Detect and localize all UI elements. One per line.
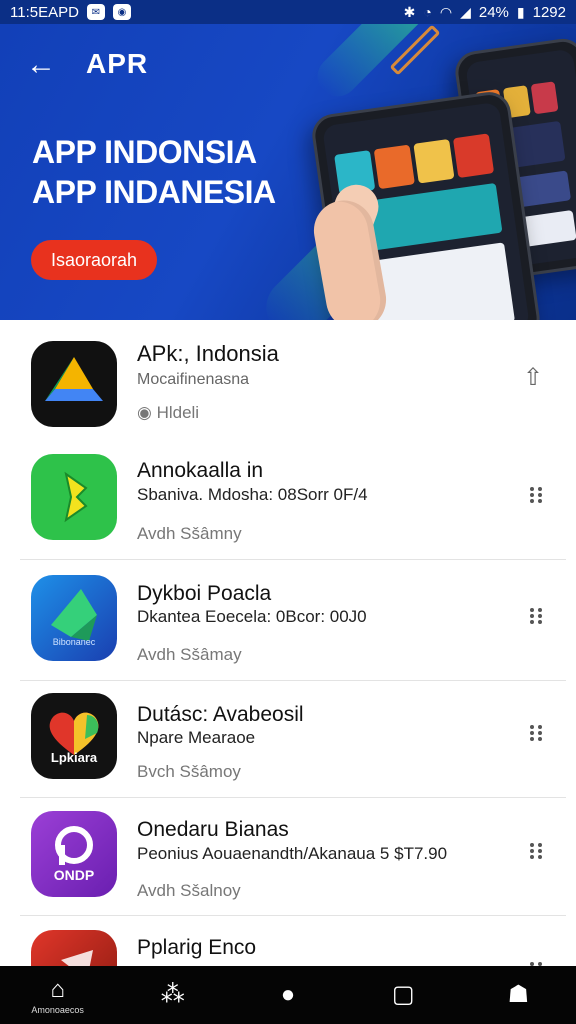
- list-item[interactable]: Annokaalla in Sbaniva. Mdosha: 08Sorr 0F…: [0, 439, 576, 560]
- app-subtitle: Dkantea Eoecela: 0Bcor: 00J0: [137, 607, 367, 626]
- app-subtitle: Peonius Aouaenandth/Akanaua 5 $T7.90: [137, 844, 448, 863]
- circle-icon: ●: [280, 981, 296, 1008]
- brand-logo: APR: [86, 48, 149, 79]
- app-subtitle: Mocaifinenasna: [137, 371, 250, 388]
- nav-item-home[interactable]: ⌂ Amonoaecos: [18, 966, 98, 1024]
- app-meta-text: Hldeli: [156, 403, 200, 422]
- app-meta: ◉ Hldeli: [137, 403, 199, 423]
- nav-label: Amonoaecos: [31, 1004, 84, 1015]
- app-icon-blue: Bibonanec: [31, 575, 117, 661]
- wifi-icon: ◠: [439, 3, 453, 20]
- signal-icon: ◢: [460, 3, 471, 20]
- more-options-icon[interactable]: [524, 721, 548, 745]
- back-arrow-icon[interactable]: ←: [24, 48, 58, 82]
- list-item[interactable]: Lpkiara Dutásc: Avabeosil Npare Mearaoe …: [0, 681, 576, 798]
- app-icon-heart: Lpkiara: [31, 693, 117, 779]
- nav-item-profile[interactable]: ☗: [478, 966, 558, 1024]
- status-bar: 11:5EAPD ✉ ◉ ✱ ◔ ◠ ◢ 24% ▮ 1292: [0, 0, 576, 24]
- status-clock: 1292: [532, 3, 566, 21]
- more-options-icon[interactable]: [524, 483, 548, 507]
- alarm-icon: ◔: [423, 4, 432, 20]
- battery-icon: ▮: [516, 3, 525, 20]
- app-icon-label: Lpkiara: [50, 750, 98, 765]
- app-icon-red: [31, 930, 117, 966]
- status-right: ✱ ◔ ◠ ◢ 24% ▮ 1292: [404, 4, 566, 21]
- hero-cta-button[interactable]: Isaoraorah: [31, 240, 157, 280]
- messenger-icon: ✉: [86, 4, 105, 20]
- bottom-nav: ⌂ Amonoaecos ⁂ ● ▢ ☗: [0, 966, 576, 1024]
- app-title: Dykboi Poacla: [137, 582, 272, 605]
- nav-item-home-button[interactable]: ●: [248, 966, 328, 1024]
- profile-icon: ☗: [507, 981, 530, 1008]
- apps-icon: ⁂: [160, 981, 185, 1008]
- nav-item-apps[interactable]: ⁂: [133, 966, 213, 1024]
- more-options-icon[interactable]: [524, 839, 548, 863]
- app-title: APk:, Indonsia: [137, 341, 279, 366]
- nav-item-recents[interactable]: ▢: [363, 966, 443, 1024]
- hero-banner: ← APR APP INDONSIA APP INDANESIA Isaorao…: [0, 24, 576, 320]
- hero-title: APP INDONSIA APP INDANESIA: [32, 132, 276, 212]
- app-icon-label: ONDP: [53, 867, 95, 883]
- hero-title-line2: APP INDANESIA: [32, 174, 276, 210]
- battery-percent: 24%: [478, 3, 509, 21]
- more-options-icon[interactable]: [524, 958, 548, 966]
- status-left: 11:5EAPD ✉ ◉: [10, 4, 131, 21]
- app-icon-green: [31, 454, 117, 540]
- list-item[interactable]: Pplarig Enco: [0, 916, 576, 966]
- home-icon: ⌂: [50, 975, 65, 1003]
- app-list: APk:, Indonsia Mocaifinenasna ◉ Hldeli ⇧…: [0, 320, 576, 966]
- app-subtitle: Npare Mearaoe: [137, 728, 256, 747]
- status-time: 11:5EAPD: [10, 3, 79, 21]
- app-title: Pplarig Enco: [137, 936, 257, 959]
- message-icon: ◉: [112, 4, 131, 20]
- list-item[interactable]: APk:, Indonsia Mocaifinenasna ◉ Hldeli ⇧: [0, 320, 576, 439]
- app-title: Onedaru Bianas: [137, 818, 289, 841]
- app-icon-label: Bibonanec: [52, 637, 96, 647]
- location-icon: ◉: [137, 403, 157, 422]
- list-item[interactable]: Bibonanec Dykboi Poacla Dkantea Eoecela:…: [0, 560, 576, 681]
- bluetooth-icon: ✱: [403, 3, 416, 20]
- drive-app-icon: [31, 341, 117, 427]
- square-icon: ▢: [391, 981, 415, 1008]
- hero-title-line1: APP INDONSIA: [32, 134, 257, 170]
- app-title: Dutásc: Avabeosil: [137, 703, 304, 726]
- app-meta: Avdh Sšâmay: [137, 645, 242, 664]
- app-icon-purple: ONDP: [31, 811, 117, 897]
- app-meta: Avdh Sšâmny: [137, 524, 242, 543]
- app-meta: Bvch Sšâmoy: [137, 762, 241, 781]
- pin-icon[interactable]: ⇧: [520, 364, 546, 391]
- app-title: Annokaalla in: [137, 459, 264, 482]
- more-options-icon[interactable]: [524, 604, 548, 628]
- app-meta: Avdh Sšalnoy: [137, 881, 241, 900]
- list-item[interactable]: ONDP Onedaru Bianas Peonius Aouaenandth/…: [0, 798, 576, 916]
- app-subtitle: Sbaniva. Mdosha: 08Sorr 0F/4: [137, 485, 368, 504]
